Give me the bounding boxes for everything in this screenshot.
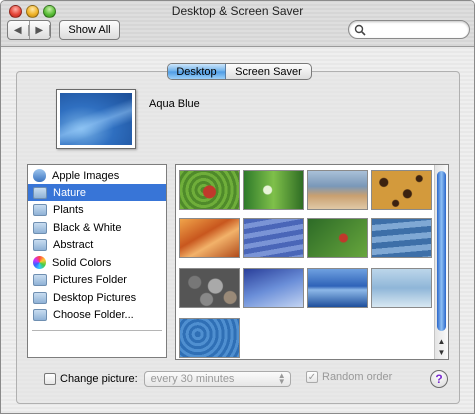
forward-button[interactable]: ▶ xyxy=(30,21,50,39)
apple-icon xyxy=(33,169,46,182)
folder-icon xyxy=(33,291,47,304)
current-picture-name: Aqua Blue xyxy=(149,98,200,110)
search-icon xyxy=(354,24,366,36)
source-item-nature[interactable]: Nature xyxy=(28,184,166,201)
picture-source-list: Apple Images Nature Plants Black & White… xyxy=(27,164,167,358)
scroll-thumb[interactable] xyxy=(437,171,446,331)
source-item-black-white[interactable]: Black & White xyxy=(28,219,166,236)
water-droplets-thumbnail[interactable] xyxy=(179,318,240,358)
source-item-solid-colors[interactable]: Solid Colors xyxy=(28,254,166,271)
orange-canyon-thumbnail[interactable] xyxy=(179,218,240,258)
folder-icon xyxy=(33,186,47,199)
pictures-folder-icon xyxy=(33,273,47,286)
source-item-label: Pictures Folder xyxy=(53,273,127,286)
source-item-abstract[interactable]: Abstract xyxy=(28,236,166,253)
back-forward-control: ◀ ▶ xyxy=(7,20,51,40)
interval-value: every 30 minutes xyxy=(150,373,235,385)
folder-icon xyxy=(33,221,47,234)
interval-popup[interactable]: every 30 minutes ▲ ▼ xyxy=(143,371,291,387)
source-item-label: Plants xyxy=(53,203,84,216)
pebbles-thumbnail[interactable] xyxy=(179,268,240,308)
source-item-label: Nature xyxy=(53,186,87,199)
source-item-plants[interactable]: Plants xyxy=(28,201,166,218)
current-picture-well[interactable] xyxy=(56,89,136,149)
scroll-up-arrow-icon[interactable]: ▲ xyxy=(437,337,446,346)
source-item-apple-images[interactable]: Apple Images xyxy=(28,167,166,184)
show-all-button[interactable]: Show All xyxy=(59,20,120,40)
blue-waves-thumbnail[interactable] xyxy=(243,218,304,258)
random-order-row: ✓ Random order xyxy=(306,371,392,383)
change-picture-row: Change picture: every 30 minutes ▲ ▼ xyxy=(44,371,291,387)
current-picture-image xyxy=(60,93,132,145)
source-item-desktop-pictures[interactable]: Desktop Pictures xyxy=(28,289,166,306)
tab-desktop[interactable]: Desktop xyxy=(168,64,226,79)
blue-curve-thumbnail[interactable] xyxy=(243,268,304,308)
source-item-label: Desktop Pictures xyxy=(53,291,137,304)
tab-control: Desktop Screen Saver xyxy=(167,63,312,80)
back-button[interactable]: ◀ xyxy=(8,21,30,39)
dew-drop-grass-thumbnail[interactable] xyxy=(243,170,304,210)
folder-icon xyxy=(33,238,47,251)
source-item-label: Black & White xyxy=(53,221,122,234)
random-order-checkbox[interactable]: ✓ xyxy=(306,371,318,383)
change-picture-checkbox[interactable] xyxy=(44,373,56,385)
source-item-label: Solid Colors xyxy=(52,256,112,269)
source-item-label: Choose Folder... xyxy=(53,308,134,321)
popup-arrows-icon: ▲ ▼ xyxy=(277,371,286,386)
source-item-label: Abstract xyxy=(53,238,94,251)
change-picture-label: Change picture: xyxy=(60,373,138,385)
triangle-right-icon: ▶ xyxy=(30,24,50,36)
search-field[interactable] xyxy=(348,20,470,39)
water-ripple-thumbnail[interactable] xyxy=(371,218,432,258)
source-item-pictures-folder[interactable]: Pictures Folder xyxy=(28,271,166,288)
window-title: Desktop & Screen Saver xyxy=(171,4,304,18)
grid-scrollbar[interactable]: ▲ ▼ xyxy=(434,165,448,359)
help-button[interactable]: ? xyxy=(430,370,448,388)
leopard-fur-thumbnail[interactable] xyxy=(371,170,432,210)
ladybug-leaf-thumbnail[interactable] xyxy=(179,170,240,210)
folder-icon xyxy=(33,203,47,216)
source-item-choose-folder[interactable]: Choose Folder... xyxy=(28,306,166,323)
title-bar: Desktop & Screen Saver ◀ ▶ Show All xyxy=(1,1,474,47)
tab-screen-saver[interactable]: Screen Saver xyxy=(226,64,311,79)
picture-grid: ▲ ▼ xyxy=(175,164,449,360)
search-input[interactable] xyxy=(367,23,463,36)
source-item-label: Apple Images xyxy=(52,169,120,182)
pale-water-thumbnail[interactable] xyxy=(371,268,432,308)
scroll-down-arrow-icon[interactable]: ▼ xyxy=(437,348,446,357)
preferences-window: Desktop & Screen Saver ◀ ▶ Show All Desk… xyxy=(0,0,475,414)
list-divider xyxy=(32,330,162,331)
checkmark-icon: ✓ xyxy=(307,371,317,383)
shore-blur-thumbnail[interactable] xyxy=(307,170,368,210)
triangle-left-icon: ◀ xyxy=(8,24,29,36)
folder-icon xyxy=(33,308,47,321)
random-order-label: Random order xyxy=(322,371,393,383)
ladybug-green-thumbnail[interactable] xyxy=(307,218,368,258)
color-wheel-icon xyxy=(33,256,46,269)
ocean-horizon-thumbnail[interactable] xyxy=(307,268,368,308)
